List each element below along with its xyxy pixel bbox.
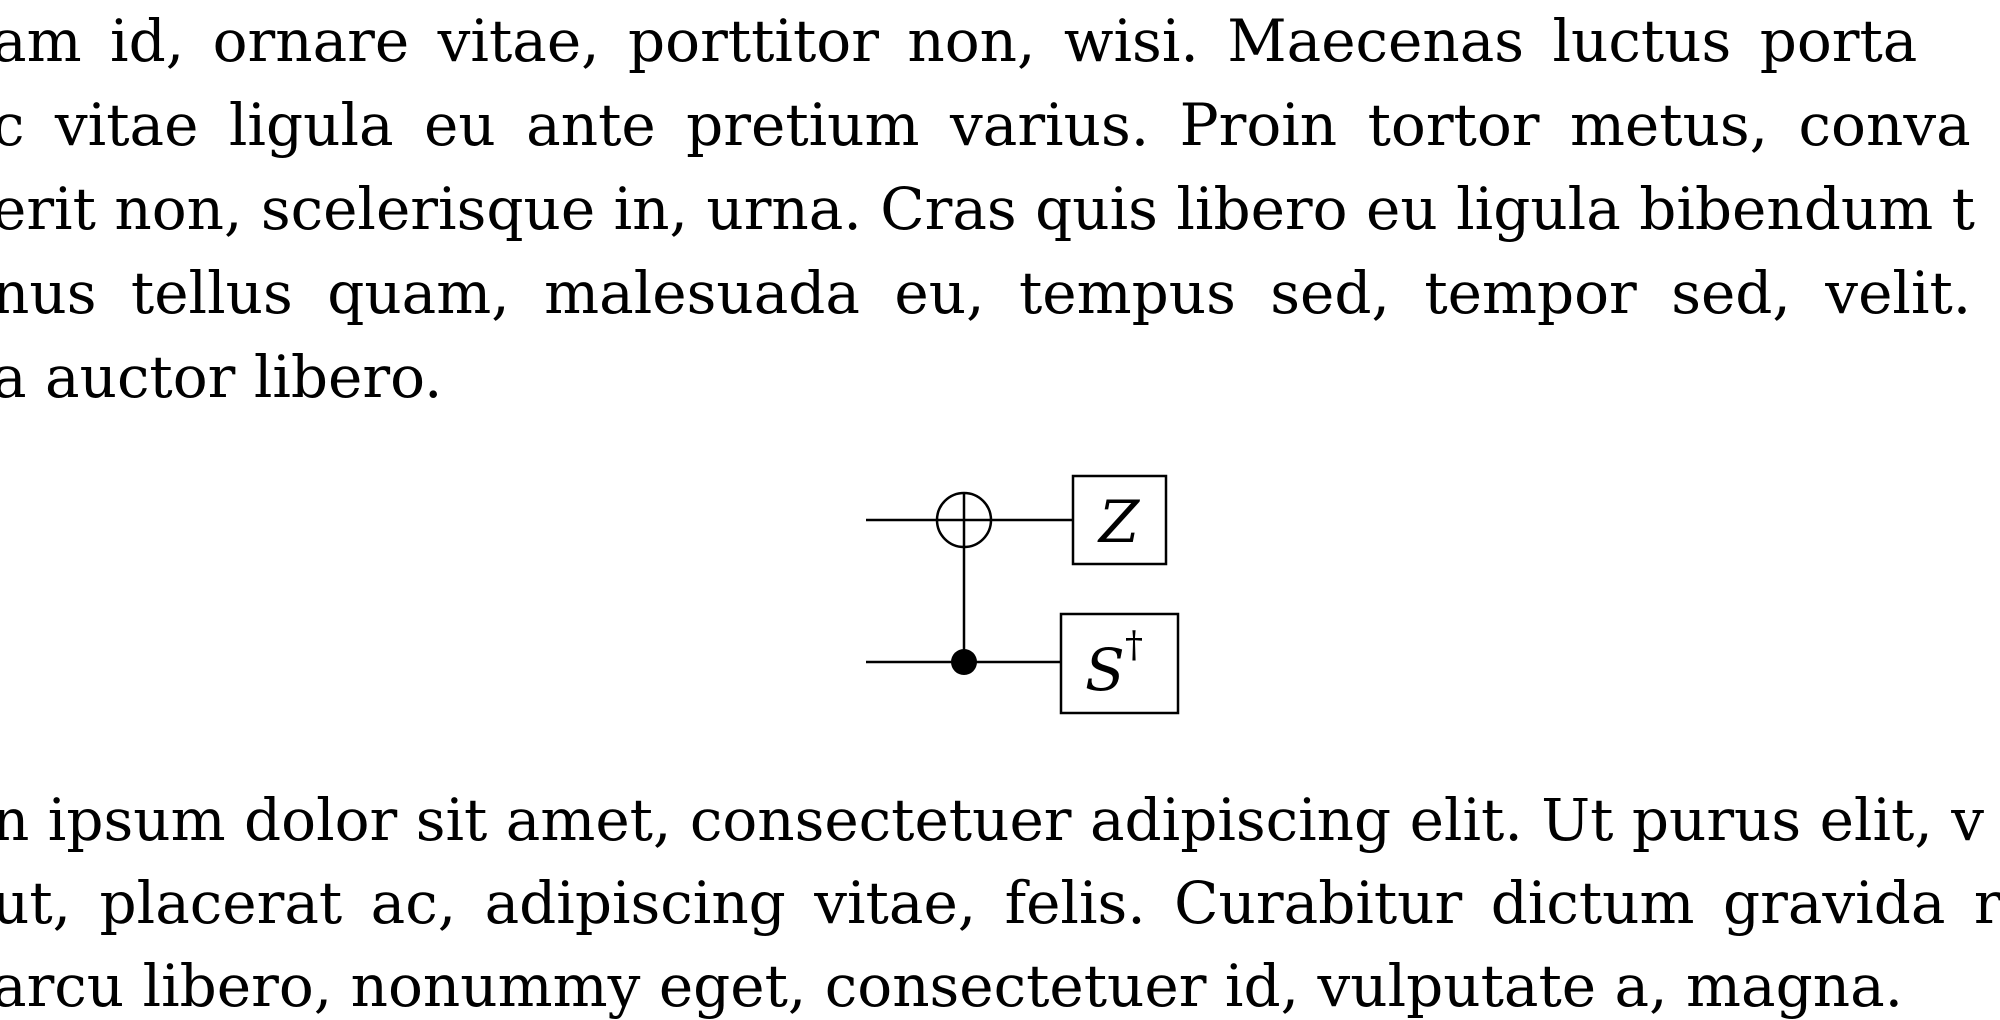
gate-s-dagger-superscript: †: [1125, 625, 1143, 666]
paragraph-bottom-line-2: ut, placerat ac, adipiscing vitae, felis…: [0, 869, 2000, 937]
paragraph-bottom-line-3: arcu libero, nonummy eget, consectetuer …: [0, 952, 1904, 1020]
gate-z-label: Z: [1097, 488, 1141, 556]
cnot-control-dot-icon: [951, 649, 977, 675]
gate-s-dagger-label: S: [1085, 636, 1125, 704]
paragraph-bottom-line-1: n ipsum dolor sit amet, consectetuer adi…: [0, 786, 1984, 854]
